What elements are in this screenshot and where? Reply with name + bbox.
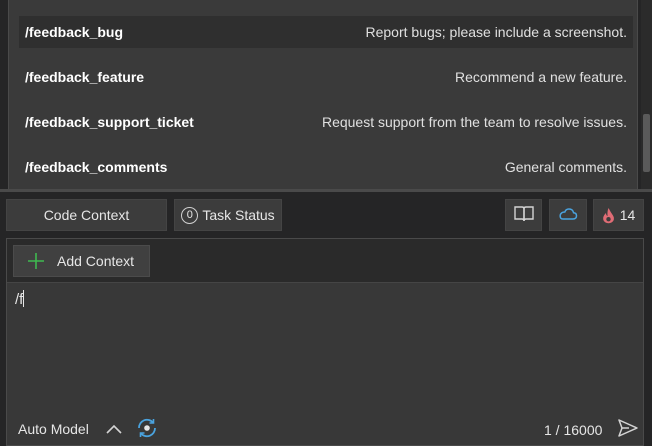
command-name: /feedback_feature [25, 69, 145, 85]
command-description: General comments. [504, 159, 627, 175]
command-item-feedback-feature[interactable]: /feedback_feature Recommend a new featur… [19, 61, 633, 93]
plus-icon [27, 252, 45, 270]
command-name: /feedback_bug [25, 24, 124, 40]
cloud-sync-button[interactable] [549, 199, 587, 231]
task-count-badge: 0 [181, 206, 199, 224]
chat-input-field[interactable]: /f [15, 290, 25, 308]
context-strip: Add Context [7, 239, 643, 283]
divider [0, 189, 652, 192]
add-context-label: Add Context [57, 253, 135, 269]
command-description: Request support from the team to resolve… [321, 114, 627, 130]
code-context-button[interactable]: Code Context [6, 199, 167, 231]
command-item-feedback-comments[interactable]: /feedback_comments General comments. [19, 151, 633, 183]
model-selector-label[interactable]: Auto Model [18, 421, 89, 437]
ai-chat-panel: /feedback_bug Report bugs; please includ… [0, 0, 652, 446]
chat-input-box[interactable]: Add Context /f Auto Model 1 / 16000 [6, 238, 644, 446]
problems-count: 14 [619, 207, 636, 223]
chevron-up-icon[interactable] [105, 423, 123, 435]
auto-mode-icon[interactable] [135, 416, 159, 440]
send-icon[interactable] [617, 418, 639, 438]
command-name: /feedback_support_ticket [25, 114, 194, 130]
scrollbar-thumb[interactable] [643, 114, 650, 172]
command-item-feedback-bug[interactable]: /feedback_bug Report bugs; please includ… [19, 16, 633, 48]
task-status-button[interactable]: 0 Task Status [174, 199, 282, 231]
command-list-scrollbar[interactable] [641, 0, 652, 189]
cloud-icon [558, 207, 578, 224]
command-suggestion-list: /feedback_bug Report bugs; please includ… [8, 0, 638, 189]
command-description: Recommend a new feature. [455, 69, 627, 85]
flame-icon [602, 207, 615, 224]
book-icon [513, 205, 535, 226]
command-item-feedback-support-ticket[interactable]: /feedback_support_ticket Request support… [19, 106, 633, 138]
command-description: Report bugs; please include a screenshot… [365, 24, 628, 40]
docs-button[interactable] [505, 199, 542, 231]
add-context-button[interactable]: Add Context [13, 245, 150, 277]
input-value: /f [15, 291, 24, 308]
character-count: 1 / 16000 [544, 422, 603, 438]
problems-button[interactable]: 14 [593, 199, 644, 231]
task-status-label: Task Status [202, 207, 275, 223]
text-caret [23, 290, 25, 307]
code-context-label: Code Context [43, 207, 130, 223]
command-name: /feedback_comments [25, 159, 168, 175]
